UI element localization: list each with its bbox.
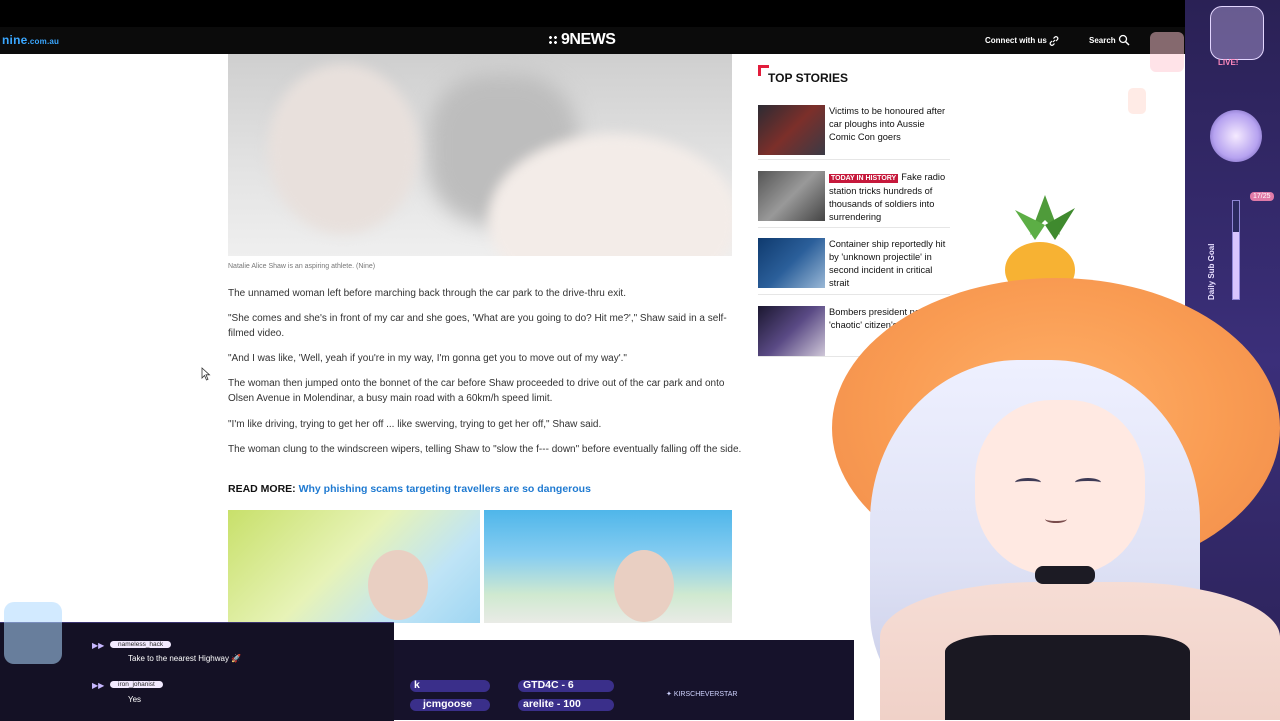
- image-caption: Natalie Alice Shaw is an aspiring athlet…: [228, 263, 376, 270]
- story-item[interactable]: Container ship reportedly hit by 'unknow…: [758, 238, 950, 295]
- chat-username: iron_johanist: [110, 681, 163, 688]
- article-paragraph: "I'm like driving, trying to get her off…: [228, 419, 602, 430]
- avatar-choker: [1035, 566, 1095, 584]
- twitter-handle: ✦ KIRSCHEVERSTAR: [666, 691, 738, 698]
- article-paragraph: The woman clung to the windscreen wipers…: [228, 444, 742, 455]
- ticker-pill: [410, 680, 490, 692]
- avatar-top: [945, 635, 1190, 720]
- search-button[interactable]: Search: [1089, 36, 1116, 45]
- sub-goal-count: 17/25: [1250, 192, 1274, 201]
- story-thumbnail[interactable]: [758, 306, 825, 356]
- avatar-face: [975, 400, 1145, 575]
- read-more: READ MORE: Why phishing scams targeting …: [228, 483, 591, 495]
- chat-arrow-icon: ▶▶: [92, 641, 105, 650]
- gift-box-icon: [4, 602, 62, 664]
- twitter-icon: ✦: [666, 691, 674, 698]
- chat-message: Yes: [128, 695, 142, 704]
- top-stories-title: TOP STORIES: [768, 71, 849, 85]
- article-paragraph: "She comes and she's in front of my car …: [228, 313, 727, 339]
- story-title[interactable]: TODAY IN HISTORY Fake radio station trick…: [829, 171, 951, 224]
- read-more-link[interactable]: Why phishing scams targeting travellers …: [299, 483, 591, 495]
- stream-top-bar: [0, 0, 1280, 27]
- logo-dots-icon: [548, 35, 558, 45]
- 9news-logo[interactable]: 9NEWS: [548, 31, 616, 49]
- photo-face: [614, 550, 674, 622]
- article-photo-right: [484, 510, 732, 623]
- article-hero-image: [228, 54, 732, 256]
- sub-goal-label: Daily Sub Goal: [1207, 243, 1216, 300]
- story-thumbnail[interactable]: [758, 171, 825, 221]
- chat-username: nameless_hack: [110, 641, 172, 648]
- sub-goal-fill: [1233, 232, 1239, 299]
- story-title[interactable]: Victims to be honoured after car ploughs…: [829, 105, 951, 144]
- nine-logo[interactable]: nine.com.au: [2, 33, 59, 47]
- story-title[interactable]: Container ship reportedly hit by 'unknow…: [829, 238, 951, 290]
- article-paragraph: "And I was like, 'Well, yeah if you're i…: [228, 353, 627, 364]
- story-thumbnail[interactable]: [758, 105, 825, 155]
- ticker-item: k: [414, 679, 420, 691]
- article-photo-left: [228, 510, 480, 623]
- chat-message: Take to the nearest Highway 🚀: [128, 654, 242, 663]
- avatar-eye: [1015, 478, 1041, 487]
- ticker-item: jcmgoose: [423, 698, 473, 710]
- star-frame-icon: [1210, 6, 1264, 60]
- link-icon[interactable]: [1048, 35, 1060, 47]
- today-in-history-badge: TODAY IN HISTORY: [829, 174, 899, 183]
- avatar-eye: [1075, 478, 1101, 487]
- ticker-item: arelite - 100: [523, 698, 581, 710]
- article-paragraph: The woman then jumped onto the bonnet of…: [228, 378, 725, 404]
- avatar-mouth: [1045, 515, 1067, 523]
- image-blur: [268, 64, 418, 234]
- mouse-cursor-icon: [201, 367, 211, 381]
- story-thumbnail[interactable]: [758, 238, 825, 288]
- butterfly-badge-icon: [1210, 110, 1262, 162]
- connect-link[interactable]: Connect with us: [985, 36, 1047, 45]
- story-item[interactable]: TODAY IN HISTORY Fake radio station trick…: [758, 171, 950, 228]
- story-item[interactable]: Victims to be honoured after car ploughs…: [758, 105, 950, 160]
- lantern-decoration: [1150, 32, 1184, 72]
- photo-face: [368, 550, 428, 620]
- read-more-label: READ MORE:: [228, 483, 296, 495]
- search-icon[interactable]: [1118, 34, 1130, 46]
- live-label: LIVE!: [1218, 58, 1239, 67]
- site-navbar: nine.com.au 9NEWS Connect with us Search: [0, 27, 1280, 54]
- lantern-decoration: [1128, 88, 1146, 114]
- article-paragraph: The unnamed woman left before marching b…: [228, 288, 626, 299]
- ticker-item: GTD4C - 6: [523, 679, 574, 691]
- sub-goal-bar: [1232, 200, 1240, 300]
- chat-arrow-icon: ▶▶: [92, 681, 105, 690]
